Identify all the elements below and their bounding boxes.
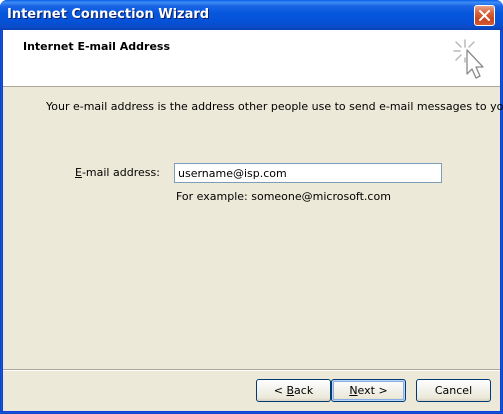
title-bar[interactable]: Internet Connection Wizard bbox=[0, 0, 503, 30]
close-button[interactable] bbox=[474, 5, 495, 26]
intro-text: Your e-mail address is the address other… bbox=[46, 100, 503, 113]
cancel-button[interactable]: Cancel bbox=[416, 379, 491, 402]
email-example-hint: For example: someone@microsoft.com bbox=[176, 190, 391, 203]
dialog-body: Internet E-mail Address Your e-mail addr… bbox=[3, 30, 503, 411]
cancel-button-label: Cancel bbox=[434, 384, 473, 397]
email-field[interactable] bbox=[174, 163, 442, 183]
close-icon bbox=[479, 10, 490, 21]
button-separator-highlight bbox=[3, 370, 500, 371]
next-button-accelerator: N bbox=[349, 384, 358, 397]
page-title: Internet E-mail Address bbox=[23, 40, 171, 53]
back-button[interactable]: < Back bbox=[256, 379, 331, 402]
next-button[interactable]: Next > bbox=[331, 379, 406, 402]
back-button-prefix: < bbox=[273, 384, 287, 397]
email-label-text: -mail address: bbox=[81, 166, 160, 179]
back-button-label: ack bbox=[294, 384, 314, 397]
wizard-window: Internet Connection Wizard Internet E-ma… bbox=[0, 0, 503, 414]
back-button-accelerator: B bbox=[286, 384, 295, 397]
email-label: E-mail address: bbox=[75, 166, 160, 179]
wizard-cursor-sparkle-icon bbox=[453, 39, 484, 79]
email-label-accelerator: E bbox=[75, 166, 82, 179]
window-title: Internet Connection Wizard bbox=[7, 7, 210, 22]
next-button-label: ext > bbox=[357, 384, 388, 397]
wizard-header: Internet E-mail Address bbox=[3, 30, 500, 87]
